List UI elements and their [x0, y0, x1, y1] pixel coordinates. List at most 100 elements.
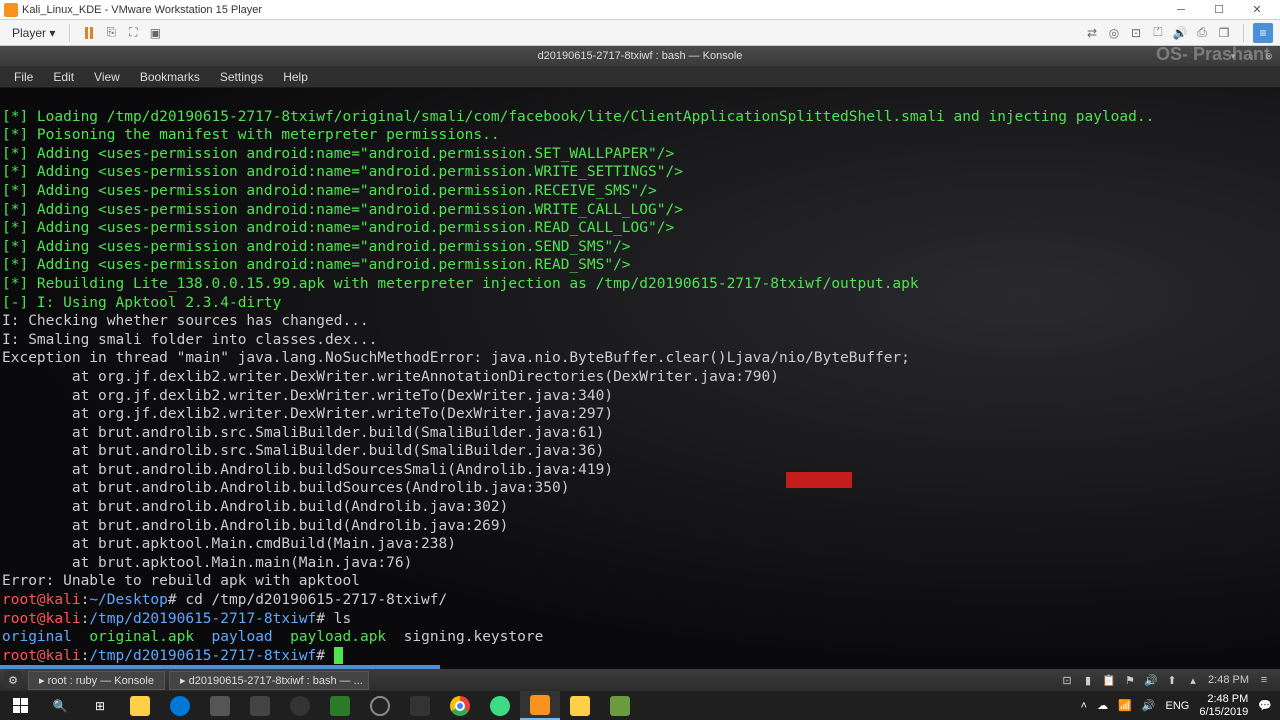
kde-system-tray: ⊡ ▮ 📋 ⚑ 🔊 ⬆ ▴ 2:48 PM ≡ [1055, 674, 1276, 686]
volume-icon[interactable]: 🔊 [1142, 699, 1156, 712]
volume-icon[interactable]: 🔊 [1145, 674, 1157, 686]
kde-clock[interactable]: 2:48 PM [1208, 674, 1249, 686]
expand-icon[interactable]: ▴ [1187, 674, 1199, 686]
divider [69, 24, 70, 42]
konsole-title: d20190615-2717-8txiwf : bash — Konsole [538, 50, 743, 62]
edge-icon[interactable] [160, 691, 200, 720]
vm-viewport: d20190615-2717-8txiwf : bash — Konsole ▾… [0, 46, 1280, 691]
connect-drive-icon[interactable]: ⊡ [1126, 23, 1146, 43]
ls-output: original original.apk payload payload.ap… [2, 629, 543, 645]
konsole-menubar: File Edit View Bookmarks Settings Help [0, 66, 1280, 88]
file-explorer-icon[interactable] [120, 691, 160, 720]
terminal-line: [*] Poisoning the manifest with meterpre… [2, 127, 500, 143]
terminal-line: at org.jf.dexlib2.writer.DexWriter.write… [2, 388, 613, 404]
windows-clock[interactable]: 2:48 PM 6/15/2019 [1199, 693, 1248, 719]
camera-icon[interactable] [240, 691, 280, 720]
menu-view[interactable]: View [86, 68, 128, 86]
maximize-button[interactable]: ☐ [1200, 0, 1238, 20]
movies-icon[interactable] [400, 691, 440, 720]
search-icon[interactable]: 🔍 [40, 691, 80, 720]
menu-edit[interactable]: Edit [45, 68, 82, 86]
prompt-line: root@kali:/tmp/d20190615-2717-8txiwf# [2, 648, 343, 664]
task-icon: ▸ [180, 675, 186, 687]
kde-app-launcher-icon[interactable]: ⚙ [4, 671, 22, 689]
terminal-line: at brut.apktool.Main.cmdBuild(Main.java:… [2, 536, 456, 552]
terminal-line: at brut.androlib.Androlib.build(Androlib… [2, 499, 508, 515]
terminal-line: at org.jf.dexlib2.writer.DexWriter.write… [2, 369, 779, 385]
folder-icon[interactable] [560, 691, 600, 720]
vmware-player-icon[interactable] [520, 691, 560, 720]
task-icon: ▸ [39, 675, 45, 687]
windows-logo-icon [13, 698, 28, 713]
connect-printer-icon[interactable]: ⎙ [1192, 23, 1212, 43]
connect-sound-icon[interactable]: 🔊 [1170, 23, 1190, 43]
terminal-line: [*] Adding <uses-permission android:name… [2, 220, 674, 236]
vmware-titlebar: Kali_Linux_KDE - VMware Workstation 15 P… [0, 0, 1280, 20]
notifications-icon[interactable]: 💬 [1258, 699, 1272, 712]
terminal-line: [*] Adding <uses-permission android:name… [2, 202, 683, 218]
window-controls: ─ ☐ ✕ [1162, 0, 1276, 20]
terminal-line: [-] I: Using Apktool 2.3.4-dirty [2, 295, 281, 311]
minimize-button[interactable]: ─ [1162, 0, 1200, 20]
onedrive-icon[interactable]: ☁ [1097, 699, 1108, 712]
player-menu[interactable]: Player ▾ [6, 24, 61, 42]
windows-taskbar: 🔍 ⊞ ˄ ☁ 📶 🔊 ENG 2:48 PM 6/15/2019 💬 [0, 691, 1280, 720]
disk-icon[interactable]: ⊡ [1061, 674, 1073, 686]
terminal-line: Error: Unable to rebuild apk with apktoo… [2, 573, 360, 589]
terminal-line: at org.jf.dexlib2.writer.DexWriter.write… [2, 406, 613, 422]
show-desktop-icon[interactable]: ≡ [1258, 674, 1270, 686]
task-label: d20190615-2717-8txiwf : bash — ... [189, 675, 363, 687]
watermark: OS- Prashant [1156, 44, 1270, 65]
tools-icon[interactable]: ≡ [1253, 23, 1273, 43]
task-label: root : ruby — Konsole [48, 675, 154, 687]
store-icon[interactable] [200, 691, 240, 720]
terminal-line: at brut.androlib.Androlib.build(Androlib… [2, 518, 508, 534]
taskbar-item-konsole-ruby[interactable]: ▸ root : ruby — Konsole [28, 671, 165, 690]
vmware-title: Kali_Linux_KDE - VMware Workstation 15 P… [22, 4, 1162, 16]
photos-icon[interactable] [320, 691, 360, 720]
konsole-window: d20190615-2717-8txiwf : bash — Konsole ▾… [0, 46, 1280, 669]
send-ctrl-alt-del-icon[interactable]: ⎘ [101, 23, 121, 43]
terminal-line: at brut.androlib.src.SmaliBuilder.build(… [2, 443, 604, 459]
menu-help[interactable]: Help [275, 68, 316, 86]
taskbar-item-konsole-bash[interactable]: ▸ d20190615-2717-8txiwf : bash — ... [169, 671, 369, 690]
kde-taskbar: ⚙ ▸ root : ruby — Konsole ▸ d20190615-27… [0, 669, 1280, 691]
battery-icon[interactable]: ▮ [1082, 674, 1094, 686]
cursor [334, 647, 343, 664]
terminal-line: [*] Adding <uses-permission android:name… [2, 164, 683, 180]
connect-cd-icon[interactable]: ◎ [1104, 23, 1124, 43]
vmware-app-icon [4, 3, 18, 17]
notifications-icon[interactable]: ⚑ [1124, 674, 1136, 686]
microphone-icon[interactable] [280, 691, 320, 720]
app-icon[interactable] [600, 691, 640, 720]
connect-network-icon[interactable]: ⇄ [1082, 23, 1102, 43]
close-button[interactable]: ✕ [1238, 0, 1276, 20]
android-studio-icon[interactable] [480, 691, 520, 720]
obs-icon[interactable] [360, 691, 400, 720]
terminal-line: [*] Adding <uses-permission android:name… [2, 146, 674, 162]
terminal-line: Exception in thread "main" java.lang.NoS… [2, 350, 910, 366]
unity-icon[interactable]: ▣ [145, 23, 165, 43]
terminal[interactable]: [*] Loading /tmp/d20190615-2717-8txiwf/o… [0, 88, 1280, 669]
fullscreen-icon[interactable]: ⛶ [123, 23, 143, 43]
language-indicator[interactable]: ENG [1166, 700, 1190, 712]
menu-settings[interactable]: Settings [212, 68, 271, 86]
konsole-titlebar[interactable]: d20190615-2717-8txiwf : bash — Konsole ▾… [0, 46, 1280, 66]
task-view-icon[interactable]: ⊞ [80, 691, 120, 720]
prompt-line: root@kali:/tmp/d20190615-2717-8txiwf# ls [2, 611, 351, 627]
network-icon[interactable]: ⬆ [1166, 674, 1178, 686]
chrome-icon[interactable] [440, 691, 480, 720]
wifi-icon[interactable]: 📶 [1118, 699, 1132, 712]
clipboard-icon[interactable]: 📋 [1103, 674, 1115, 686]
connect-usb-icon[interactable]: ⏍ [1148, 23, 1168, 43]
terminal-line: [*] Adding <uses-permission android:name… [2, 257, 631, 273]
tray-expand-icon[interactable]: ˄ [1081, 700, 1087, 712]
menu-file[interactable]: File [6, 68, 41, 86]
terminal-line: at brut.apktool.Main.main(Main.java:76) [2, 555, 412, 571]
pause-button[interactable] [79, 23, 99, 43]
connect-display-icon[interactable]: ❐ [1214, 23, 1234, 43]
windows-start-button[interactable] [0, 691, 40, 720]
menu-bookmarks[interactable]: Bookmarks [132, 68, 208, 86]
terminal-line: at brut.androlib.Androlib.buildSourcesSm… [2, 462, 613, 478]
terminal-line: at brut.androlib.src.SmaliBuilder.build(… [2, 425, 604, 441]
